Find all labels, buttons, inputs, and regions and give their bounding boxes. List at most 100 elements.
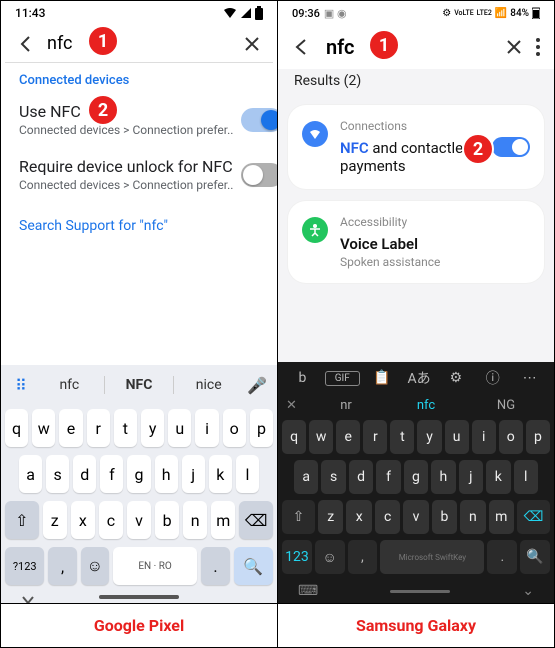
settings-icon[interactable]: ⚙ (441, 370, 470, 386)
toggle-switch[interactable] (241, 163, 278, 187)
nav-home[interactable] (390, 590, 450, 593)
mic-icon[interactable]: 🎤 (243, 371, 271, 399)
close-suggestions[interactable]: ✕ (286, 398, 306, 413)
space-key[interactable]: EN · RO (113, 547, 198, 585)
search-input[interactable] (326, 35, 492, 59)
kb-toggle-icon[interactable]: ⌨ (298, 583, 318, 599)
key[interactable]: f (376, 460, 400, 494)
search-key[interactable]: 🔍 (234, 547, 273, 585)
key[interactable]: s (321, 460, 345, 494)
back-icon[interactable] (17, 34, 37, 54)
key[interactable]: i (472, 420, 496, 454)
backspace-key[interactable]: ⌫ (517, 500, 550, 534)
key[interactable]: d (349, 460, 373, 494)
key[interactable]: j (182, 455, 205, 493)
more-icon[interactable] (536, 38, 540, 56)
clipboard-icon[interactable]: 📋 (368, 370, 397, 386)
suggestion[interactable]: nfc (35, 371, 104, 399)
translate-icon[interactable]: Aあ (405, 368, 434, 388)
key[interactable]: w (32, 409, 55, 447)
space-key[interactable]: Microsoft SwiftKey (380, 540, 484, 574)
key[interactable]: l (236, 455, 259, 493)
key[interactable]: g (127, 455, 150, 493)
emoji-key[interactable]: ☺ (81, 547, 109, 585)
comma-key[interactable]: , (48, 547, 76, 585)
key[interactable]: k (486, 460, 510, 494)
clear-icon[interactable] (506, 39, 522, 55)
setting-use-nfc[interactable]: Use NFC Connected devices > Connection p… (1, 94, 277, 149)
key[interactable]: u (445, 420, 469, 454)
suggestion[interactable]: nfc (386, 398, 466, 413)
numbers-key[interactable]: 123 (282, 540, 312, 574)
key[interactable]: k (209, 455, 232, 493)
key[interactable]: t (114, 409, 137, 447)
key[interactable]: e (336, 420, 360, 454)
toggle-switch[interactable] (492, 137, 530, 157)
result-accessibility[interactable]: Accessibility Voice Label Spoken assista… (288, 201, 544, 283)
search-input[interactable] (47, 33, 233, 54)
suggestion[interactable]: nr (306, 398, 386, 413)
key[interactable]: h (431, 460, 455, 494)
key[interactable]: w (309, 420, 333, 454)
key[interactable]: l (514, 460, 538, 494)
shift-key[interactable]: ⇧ (5, 501, 39, 539)
key[interactable]: y (417, 420, 441, 454)
key[interactable]: x (71, 501, 95, 539)
search-support-link[interactable]: Search Support for "nfc" (1, 204, 277, 248)
nav-handle[interactable] (99, 595, 179, 599)
key[interactable]: b (155, 501, 179, 539)
period-key[interactable]: . (201, 547, 229, 585)
key[interactable]: v (127, 501, 151, 539)
key[interactable]: n (183, 501, 207, 539)
key[interactable]: f (100, 455, 123, 493)
key[interactable]: g (404, 460, 428, 494)
backspace-key[interactable]: ⌫ (239, 501, 273, 539)
toggle-switch[interactable] (241, 108, 278, 132)
key[interactable]: q (282, 420, 306, 454)
bing-icon[interactable]: b (288, 370, 317, 386)
key[interactable]: p (250, 409, 273, 447)
shift-key[interactable]: ⇧ (282, 500, 315, 534)
key[interactable]: m (211, 501, 235, 539)
clear-icon[interactable] (243, 35, 261, 53)
key[interactable]: z (43, 501, 67, 539)
key[interactable]: d (73, 455, 96, 493)
key[interactable]: o (499, 420, 523, 454)
key[interactable]: u (168, 409, 191, 447)
key[interactable]: q (5, 409, 28, 447)
key[interactable]: x (346, 500, 371, 534)
setting-require-unlock[interactable]: Require device unlock for NFC Connected … (1, 149, 277, 204)
gif-icon[interactable]: GIF (325, 371, 360, 386)
key[interactable]: r (363, 420, 387, 454)
key[interactable]: o (223, 409, 246, 447)
comma-key[interactable]: , (348, 540, 378, 574)
key[interactable]: e (59, 409, 82, 447)
key[interactable]: t (390, 420, 414, 454)
numbers-key[interactable]: ?123 (5, 547, 44, 585)
collapse-icon[interactable]: ⌄ (522, 583, 534, 599)
key[interactable]: y (141, 409, 164, 447)
info-icon[interactable]: ⓘ (478, 368, 507, 388)
suggestion[interactable]: NG (466, 398, 546, 413)
emoji-key[interactable]: ☺ (315, 540, 345, 574)
back-icon[interactable] (292, 37, 312, 57)
key[interactable]: b (432, 500, 457, 534)
key[interactable]: i (195, 409, 218, 447)
period-key[interactable]: . (487, 540, 517, 574)
key[interactable]: s (46, 455, 69, 493)
search-key[interactable]: 🔍 (520, 540, 550, 574)
apps-icon[interactable]: ⠿ (7, 371, 35, 399)
key[interactable]: c (99, 501, 123, 539)
more-icon[interactable]: ⋯ (515, 370, 544, 386)
key[interactable]: r (87, 409, 110, 447)
key[interactable]: h (155, 455, 178, 493)
key[interactable]: j (459, 460, 483, 494)
key[interactable]: a (294, 460, 318, 494)
result-connections[interactable]: Connections NFC and contactless payments… (288, 105, 544, 189)
key[interactable]: z (318, 500, 343, 534)
collapse-icon[interactable] (21, 595, 35, 603)
suggestion[interactable]: NFC (105, 371, 174, 399)
key[interactable]: c (375, 500, 400, 534)
suggestion[interactable]: nice (174, 371, 243, 399)
key[interactable]: v (403, 500, 428, 534)
